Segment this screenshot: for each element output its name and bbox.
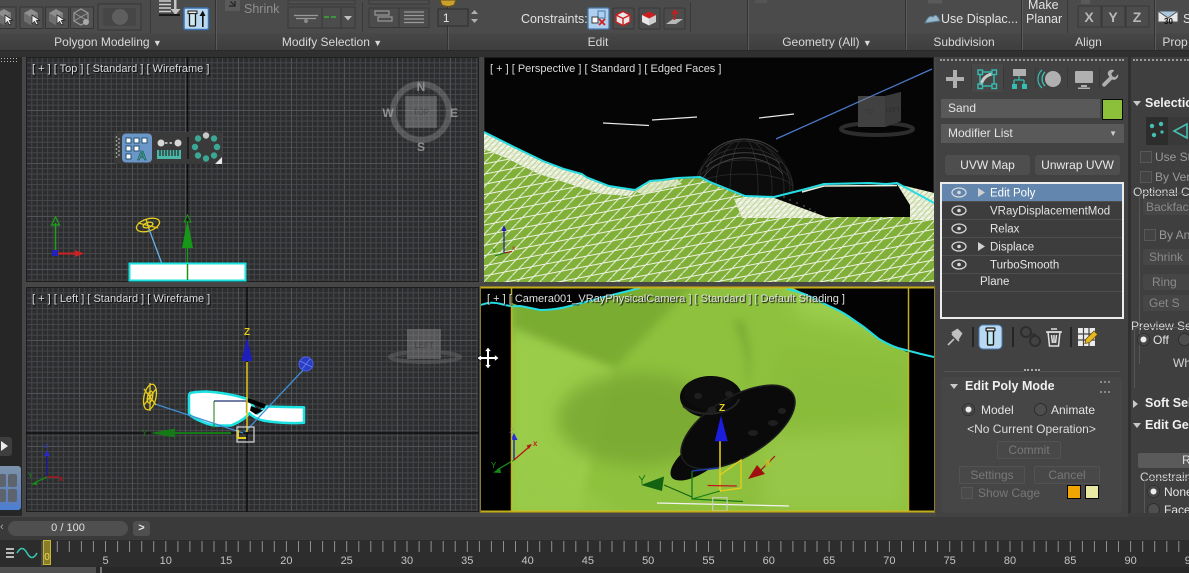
svg-text:TO: TO <box>865 110 874 116</box>
svg-text:Planar: Planar <box>1026 12 1062 26</box>
svg-text:75: 75 <box>944 555 956 567</box>
svg-text:5: 5 <box>102 555 108 567</box>
svg-text:10: 10 <box>160 555 172 567</box>
svg-text:35: 35 <box>461 555 473 567</box>
svg-text:Y: Y <box>1108 9 1118 25</box>
svg-text:Shrink: Shrink <box>244 2 280 16</box>
svg-text:Relax: Relax <box>990 224 1020 236</box>
svg-text:VRayDisplacementMod: VRayDisplacementMod <box>990 206 1110 218</box>
svg-text:85: 85 <box>1064 555 1076 567</box>
svg-text:Make: Make <box>1028 0 1059 12</box>
svg-text:60: 60 <box>763 555 775 567</box>
svg-text:LEFT: LEFT <box>886 108 901 114</box>
svg-text:N: N <box>417 80 426 94</box>
svg-text:55: 55 <box>702 555 714 567</box>
svg-text:25: 25 <box>341 555 353 567</box>
svg-text:30: 30 <box>1164 17 1173 26</box>
svg-text:Z: Z <box>719 403 725 414</box>
svg-text:30: 30 <box>401 555 413 567</box>
svg-text:45: 45 <box>582 555 594 567</box>
svg-text:Z: Z <box>1133 9 1142 25</box>
svg-text:TurboSmooth: TurboSmooth <box>990 260 1059 272</box>
svg-text:X: X <box>1084 9 1094 25</box>
svg-text:TOP: TOP <box>413 108 429 117</box>
svg-text:Displace: Displace <box>990 242 1034 254</box>
svg-text:X: X <box>765 458 771 468</box>
svg-text:65: 65 <box>823 555 835 567</box>
svg-text:Y: Y <box>491 461 497 470</box>
svg-text:x: x <box>512 246 515 252</box>
svg-text:Constraints:: Constraints: <box>521 12 588 26</box>
svg-text:80: 80 <box>1004 555 1016 567</box>
svg-text:A: A <box>137 148 147 163</box>
svg-text:x: x <box>533 439 538 448</box>
svg-text:z: z <box>44 443 48 450</box>
svg-text:95: 95 <box>1185 555 1189 567</box>
svg-text:S: S <box>1183 12 1189 26</box>
svg-text:x: x <box>59 476 63 483</box>
svg-text:Z: Z <box>244 327 250 338</box>
svg-text:Edit Poly: Edit Poly <box>990 188 1036 200</box>
svg-text:Y: Y <box>142 429 148 438</box>
svg-text:20: 20 <box>280 555 292 567</box>
svg-text:Y: Y <box>28 473 33 480</box>
svg-text:70: 70 <box>883 555 895 567</box>
svg-text:S: S <box>417 140 425 154</box>
svg-text:Y: Y <box>492 249 496 255</box>
svg-text:90: 90 <box>1124 555 1136 567</box>
svg-text:Use Displac...: Use Displac... <box>941 12 1018 26</box>
svg-text:W: W <box>382 106 394 120</box>
svg-text:15: 15 <box>220 555 232 567</box>
svg-text:50: 50 <box>642 555 654 567</box>
svg-text:1: 1 <box>443 13 449 25</box>
svg-text:LEFT: LEFT <box>414 341 434 350</box>
svg-text:E: E <box>450 106 458 120</box>
svg-text:40: 40 <box>521 555 533 567</box>
